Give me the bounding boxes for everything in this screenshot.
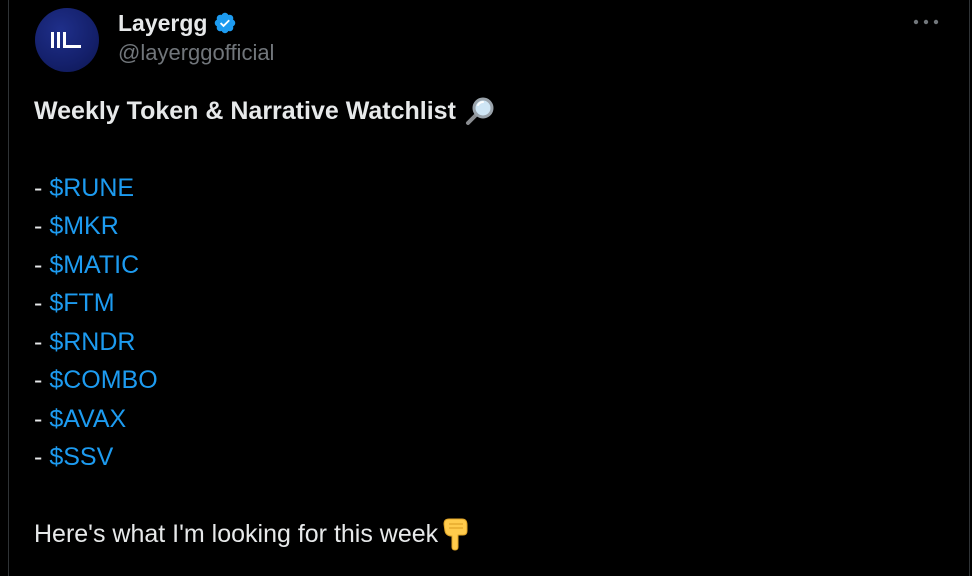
author-display-name[interactable]: Layergg	[118, 10, 207, 37]
cashtag-link-avax[interactable]: $AVAX	[49, 400, 126, 439]
list-dash: -	[34, 327, 43, 356]
token-list-item: - $AVAX	[34, 400, 954, 439]
token-list-item: - $RNDR	[34, 323, 954, 362]
cashtag-link-ftm[interactable]: $FTM	[49, 284, 114, 323]
tweet-card: Layergg @layerggofficial Weekly Token & …	[8, 0, 970, 576]
list-dash: -	[34, 404, 43, 433]
cashtag-link-ssv[interactable]: $SSV	[49, 438, 113, 477]
list-dash: -	[34, 289, 43, 317]
cashtag-link-rune[interactable]: $RUNE	[49, 169, 134, 208]
tweet-text: Weekly Token & Narrative Watchlist - $RU…	[34, 92, 954, 554]
token-list-item: - $COMBO	[34, 361, 954, 400]
token-list-item: - $MKR	[34, 207, 954, 246]
author-name-row[interactable]: Layergg	[118, 8, 237, 38]
watchlist-title-line: Weekly Token & Narrative Watchlist	[34, 92, 954, 130]
author-avatar[interactable]	[35, 8, 99, 72]
cashtag-link-combo[interactable]: $COMBO	[49, 361, 157, 400]
token-list-item: - $SSV	[34, 438, 954, 477]
pointing-down-icon	[443, 518, 468, 551]
token-list-item: - $FTM	[34, 284, 954, 323]
token-list-item: - $MATIC	[34, 246, 954, 285]
list-dash: -	[34, 250, 43, 279]
list-dash: -	[34, 366, 43, 394]
more-horizontal-icon	[913, 19, 939, 25]
list-dash: -	[34, 443, 43, 471]
cashtag-link-matic[interactable]: $MATIC	[49, 246, 139, 285]
magnifying-glass-icon	[465, 97, 494, 125]
closing-line: Here's what I'm looking for this week	[34, 515, 954, 554]
layergg-logo-icon	[51, 32, 81, 48]
cashtag-link-mkr[interactable]: $MKR	[49, 207, 118, 246]
list-dash: -	[34, 173, 43, 202]
closing-text: Here's what I'm looking for this week	[34, 520, 439, 548]
cashtag-link-rndr[interactable]: $RNDR	[49, 323, 135, 362]
more-options-button[interactable]	[909, 12, 943, 32]
verified-badge-icon	[215, 12, 236, 34]
token-list-item: - $RUNE	[34, 169, 954, 208]
list-dash: -	[34, 212, 43, 240]
author-handle[interactable]: @layerggofficial	[118, 40, 274, 66]
watchlist-title: Weekly Token & Narrative Watchlist	[34, 96, 456, 125]
